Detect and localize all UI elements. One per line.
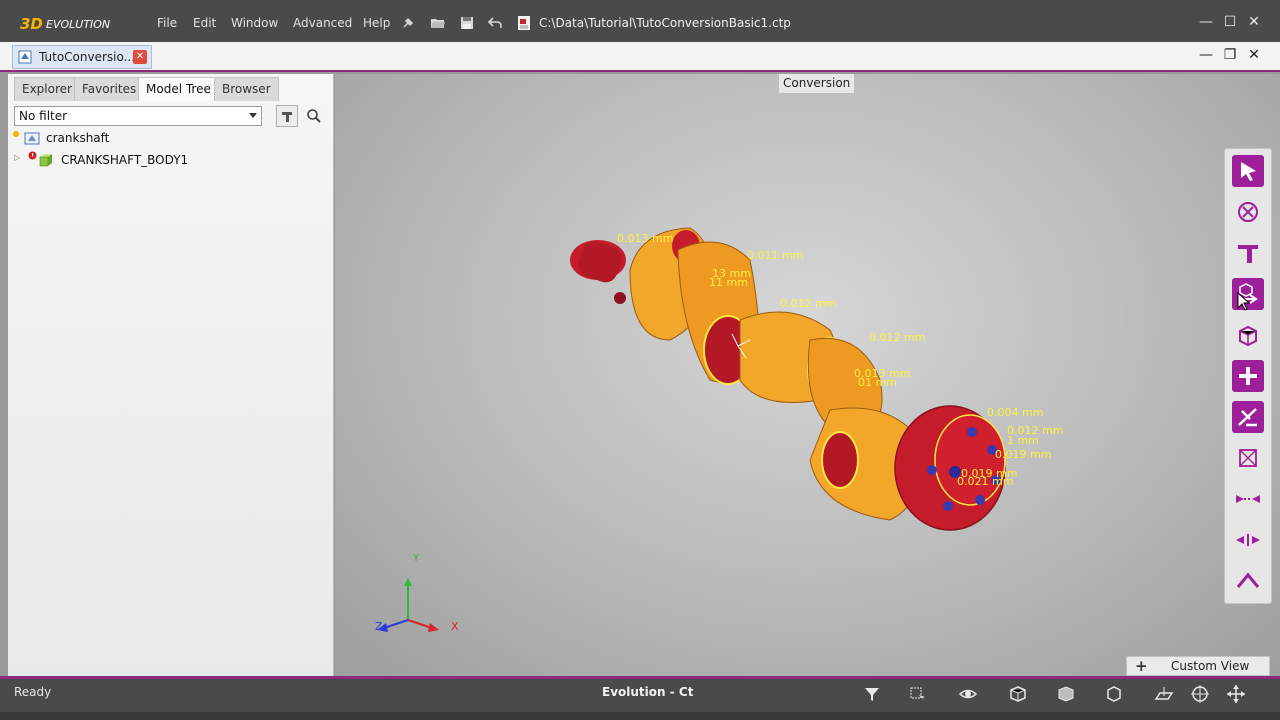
filter-button[interactable] [276, 105, 298, 127]
menu-window[interactable]: Window [231, 16, 278, 30]
move-icon[interactable] [1226, 684, 1246, 704]
dimension-label: 0.019 mm [995, 448, 1052, 461]
custom-view-button[interactable]: + Custom View [1126, 656, 1270, 676]
error-icon [28, 151, 37, 160]
tree-item-label: CRANKSHAFT_BODY1 [61, 153, 189, 167]
menu-edit[interactable]: Edit [193, 16, 216, 30]
menu-file[interactable]: File [157, 16, 177, 30]
target-icon[interactable] [1190, 684, 1210, 704]
right-toolbar [1224, 148, 1272, 604]
save-icon[interactable] [459, 15, 475, 31]
left-panel: Explorer Favorites Model Tree Browser No… [8, 74, 334, 676]
document-icon [18, 50, 32, 64]
mouse-cursor-icon [1237, 292, 1251, 311]
close-icon[interactable]: ✕ [133, 50, 147, 64]
assembly-icon [24, 132, 40, 145]
dimension-label: 01 mm [858, 376, 897, 389]
plus-icon: + [1135, 657, 1148, 675]
filter-icon[interactable] [1232, 237, 1264, 269]
cube-shaded-icon[interactable] [1056, 684, 1076, 704]
tab-model-tree[interactable]: Model Tree [138, 77, 219, 101]
dimension-label: 0.012 mm [780, 297, 837, 310]
tree-item-label: crankshaft [46, 131, 110, 145]
add-icon[interactable] [1232, 360, 1264, 392]
pointer-icon[interactable] [1232, 155, 1264, 187]
warning-icon [13, 131, 19, 137]
document-tab-strip [0, 42, 1280, 72]
shrink-icon[interactable] [1232, 483, 1264, 515]
selection-icon[interactable] [908, 684, 928, 704]
undo-icon[interactable] [487, 15, 503, 31]
dimension-label: 0.004 mm [987, 406, 1044, 419]
svg-text:3D: 3D [20, 15, 43, 33]
conversion-tab[interactable]: Conversion [778, 74, 856, 94]
axis-x-label: X [451, 620, 459, 633]
shaft-end-front [570, 240, 626, 304]
open-folder-icon[interactable] [430, 15, 446, 31]
bottom-strip [0, 712, 1280, 720]
doc-restore-button[interactable]: ❐ [1220, 47, 1240, 63]
axis-z-label: Z [375, 620, 383, 633]
tab-browser[interactable]: Browser [214, 77, 279, 101]
doc-close-button[interactable]: ✕ [1244, 47, 1264, 63]
app-maximize-button[interactable]: ☐ [1220, 14, 1240, 30]
repair-icon[interactable] [1232, 401, 1264, 433]
cancel-icon[interactable] [1232, 196, 1264, 228]
document-icon [518, 16, 530, 30]
hammer-icon [282, 112, 292, 122]
up-icon[interactable] [1232, 565, 1264, 597]
expand-arrow-icon[interactable]: ▷ [14, 153, 20, 162]
custom-view-label: Custom View [1171, 659, 1250, 673]
filter-value: No filter [19, 109, 68, 123]
tab-favorites[interactable]: Favorites [74, 77, 145, 101]
crankshaft-model[interactable] [560, 210, 1080, 550]
search-icon[interactable] [306, 108, 322, 124]
app-minimize-button[interactable]: — [1196, 14, 1216, 30]
svg-text:EVOLUTION: EVOLUTION [46, 18, 110, 31]
view-orientation-icon[interactable] [1104, 684, 1124, 704]
document-tab-label: TutoConversio... [39, 50, 136, 64]
menu-help[interactable]: Help [363, 16, 390, 30]
tab-explorer[interactable]: Explorer [14, 77, 80, 101]
dimension-label: 0.011 mm [747, 249, 804, 262]
dimension-label: 11 mm [709, 276, 748, 289]
dimension-label: 0.013 mm [617, 232, 674, 245]
dimension-label: 0.012 mm [869, 331, 926, 344]
plane-icon[interactable] [1154, 684, 1174, 704]
chevron-down-icon [249, 113, 257, 118]
cube-icon[interactable] [1008, 684, 1028, 704]
box-icon[interactable] [1232, 442, 1264, 474]
doc-minimize-button[interactable]: — [1196, 47, 1216, 63]
body-icon[interactable] [1232, 319, 1264, 351]
status-title: Evolution - Ct [602, 685, 694, 699]
eye-icon[interactable] [958, 684, 978, 704]
dimension-label: 0.021 mm [957, 475, 1014, 488]
status-text: Ready [14, 685, 52, 699]
dimension-label: 1 mm [1007, 434, 1039, 447]
expand-icon[interactable] [1232, 524, 1264, 556]
body-icon [39, 154, 52, 167]
filter-icon[interactable] [862, 684, 882, 704]
app-logo: 3D EVOLUTION [20, 15, 110, 33]
axis-y-label: Y [413, 553, 420, 564]
menu-advanced[interactable]: Advanced [293, 16, 352, 30]
file-path: C:\Data\Tutorial\TutoConversionBasic1.ct… [539, 16, 791, 30]
filter-select[interactable]: No filter [14, 106, 262, 126]
document-tab[interactable]: TutoConversio... ✕ [12, 45, 152, 69]
app-close-button[interactable]: ✕ [1244, 14, 1264, 30]
pin-icon[interactable] [400, 15, 416, 31]
